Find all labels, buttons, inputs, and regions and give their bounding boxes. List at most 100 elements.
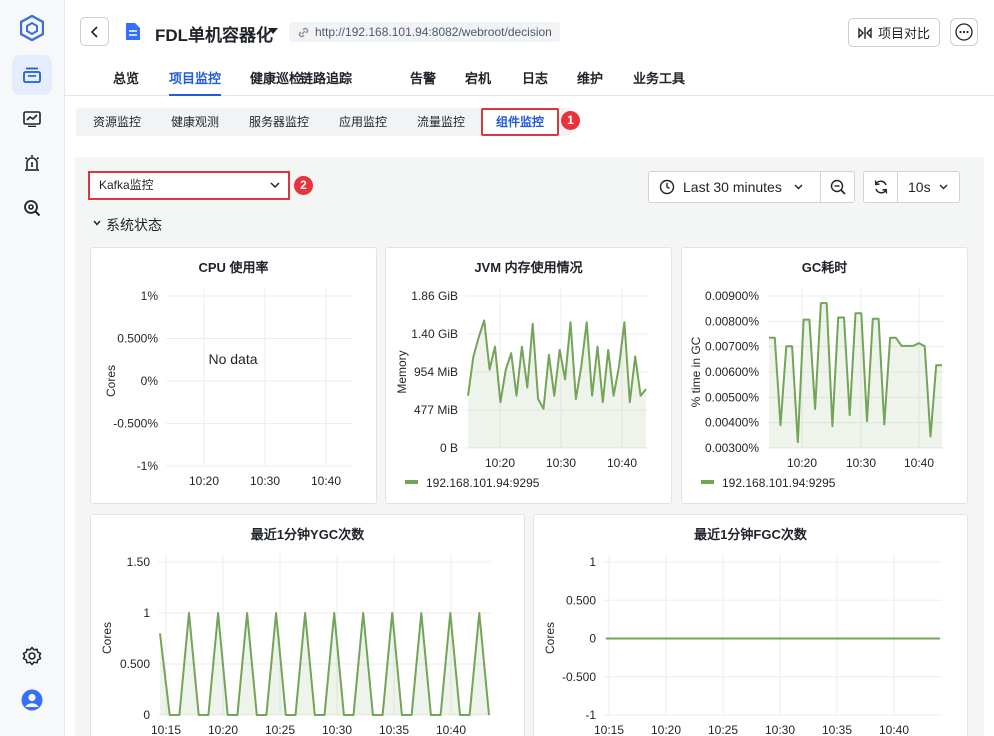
nav-tab[interactable]: 链路追踪 (300, 68, 352, 96)
y-tick-label: 0.00500% (705, 390, 759, 404)
gc-panel: GC耗时 0.00900% 0.00800% 0.00700% 0.00600% 0.0… (681, 247, 968, 504)
nav-tab[interactable]: 宕机 (465, 68, 491, 96)
x-tick-label: 10:20 (787, 456, 817, 470)
y-axis-label: Cores (100, 622, 114, 654)
y-tick-label: 1% (141, 289, 159, 303)
x-tick-label: 10:35 (379, 723, 409, 736)
y-tick-label: -0.500% (113, 417, 158, 431)
monitor-selector[interactable]: Kafka监控 (88, 171, 290, 200)
x-tick-label: 10:15 (594, 723, 624, 736)
clock-icon (659, 179, 675, 195)
collapse-chevron-icon (93, 220, 101, 226)
back-button[interactable] (80, 17, 109, 46)
legend-label[interactable]: 192.168.101.94:9295 (426, 476, 540, 490)
project-url[interactable]: http://192.168.101.94:8082/webroot/decis… (289, 22, 560, 42)
nav-tab[interactable]: 健康巡检 (250, 68, 302, 96)
x-tick-label: 10:20 (651, 723, 681, 736)
nav-tab[interactable]: 项目监控 (169, 68, 222, 96)
sub-tab[interactable]: 应用监控 (339, 108, 387, 136)
sub-tab[interactable]: 服务器监控 (249, 108, 309, 136)
y-tick-label: 954 MiB (414, 365, 458, 379)
left-rail (0, 0, 65, 736)
main-nav: 总览 项目监控 健康巡检 链路追踪 告警 宕机 日志 维护 业务工具 (65, 64, 994, 96)
refresh-control[interactable]: 10s (863, 171, 960, 203)
alarm-icon[interactable] (12, 143, 52, 183)
logo-icon[interactable] (12, 8, 52, 48)
more-button[interactable] (950, 18, 978, 46)
time-range-label: Last 30 minutes (683, 179, 782, 195)
monitor-selector-value: Kafka监控 (99, 178, 154, 192)
y-axis-label: Cores (543, 622, 557, 654)
jvm-panel: JVM 内存使用情况 1.86 GiB 1.40 GiB 954 MiB 477 Mi… (385, 247, 672, 504)
line-chart-icon[interactable] (12, 99, 52, 139)
project-header: FDL单机容器化 http://192.168.101.94:8082/webr… (65, 0, 994, 64)
project-title[interactable]: FDL单机容器化 (155, 21, 273, 46)
section-header[interactable]: 系统状态 (93, 215, 162, 235)
refresh-button[interactable] (864, 172, 898, 202)
x-tick-label: 10:40 (436, 723, 466, 736)
section-title: 系统状态 (106, 217, 162, 233)
y-tick-label: 0.00800% (705, 314, 759, 328)
y-axis-label: Memory (395, 350, 409, 393)
jvm-chart: 1.86 GiB 1.40 GiB 954 MiB 477 MiB 0 B 10:20 10… (395, 288, 648, 490)
sub-tab[interactable]: 健康观测 (171, 108, 219, 136)
ygc-panel: 最近1分钟YGC次数 1.50 1 0.500 0 10:15 10:20 10:25 10:… (90, 514, 525, 736)
compare-icon (858, 26, 872, 39)
y-tick-label: 1 (143, 606, 150, 620)
y-tick-label: 0.00600% (705, 365, 759, 379)
sub-tab[interactable]: 资源监控 (93, 108, 141, 136)
x-tick-label: 10:20 (189, 474, 219, 488)
legend-swatch (405, 480, 418, 484)
y-tick-label: 0 B (440, 441, 458, 455)
y-tick-label: -1 (585, 708, 596, 722)
y-tick-label: 0.00400% (705, 416, 759, 430)
cpu-panel: CPU 使用率 No data 1% 0.500% 0% -0.500% -1% 10:2… (90, 247, 377, 504)
y-tick-label: -0.500 (562, 670, 596, 684)
legend-swatch (701, 480, 714, 484)
y-axis-label: Cores (104, 365, 118, 397)
y-tick-label: 1.40 GiB (411, 327, 458, 341)
nav-tab[interactable]: 日志 (522, 68, 548, 96)
y-tick-label: 0.500% (117, 332, 158, 346)
search-gear-icon[interactable] (12, 188, 52, 228)
x-tick-label: 10:40 (311, 474, 341, 488)
time-range-picker[interactable]: Last 30 minutes (648, 171, 855, 203)
step-badge-1: 1 (561, 111, 580, 130)
x-tick-label: 10:30 (322, 723, 352, 736)
nav-tab[interactable]: 告警 (410, 68, 436, 96)
zoom-out-icon (830, 179, 846, 195)
ygc-chart: 1.50 1 0.500 010:15 10:20 10:25 10:30 10:35 10:4… (100, 554, 491, 736)
chevron-left-icon (90, 25, 98, 38)
stack-icon[interactable] (12, 55, 52, 95)
sub-nav: 资源监控 健康观测 服务器监控 应用监控 流量监控 组件监控 (76, 108, 571, 136)
document-icon (126, 23, 140, 40)
cpu-chart: No data 1% 0.500% 0% -0.500% -1% 10:20 10:30 10… (104, 288, 353, 488)
sub-tab[interactable]: 流量监控 (417, 108, 465, 136)
chevron-down-icon (270, 182, 280, 189)
x-tick-label: 10:20 (485, 456, 515, 470)
nav-tab[interactable]: 维护 (577, 68, 603, 96)
x-tick-label: 10:25 (265, 723, 295, 736)
project-url-text: http://192.168.101.94:8082/webroot/decis… (315, 25, 552, 39)
chevron-down-icon (794, 184, 803, 190)
y-tick-label: 0.500 (120, 657, 150, 671)
no-data-label: No data (208, 351, 257, 367)
nav-tab[interactable]: 业务工具 (633, 68, 685, 96)
y-tick-label: 0.00900% (705, 289, 759, 303)
nav-tab[interactable]: 总览 (113, 68, 139, 96)
x-tick-label: 10:40 (904, 456, 934, 470)
sub-tab[interactable]: 组件监控 (481, 108, 559, 136)
caret-down-icon[interactable] (268, 28, 278, 35)
settings-icon[interactable] (12, 636, 52, 676)
x-tick-label: 10:30 (250, 474, 280, 488)
user-avatar-icon[interactable] (12, 680, 52, 720)
legend-label[interactable]: 192.168.101.94:9295 (722, 476, 836, 490)
x-tick-label: 10:25 (708, 723, 738, 736)
zoom-out-button[interactable] (820, 172, 855, 202)
project-compare-button[interactable]: 项目对比 (848, 18, 940, 47)
y-tick-label: 0 (143, 708, 150, 722)
more-icon (955, 23, 973, 41)
fgc-chart: 1 0.500 0 -0.500 -110:15 10:20 10:25 10:30 10:35… (543, 554, 942, 736)
x-tick-label: 10:30 (846, 456, 876, 470)
x-tick-label: 10:30 (765, 723, 795, 736)
